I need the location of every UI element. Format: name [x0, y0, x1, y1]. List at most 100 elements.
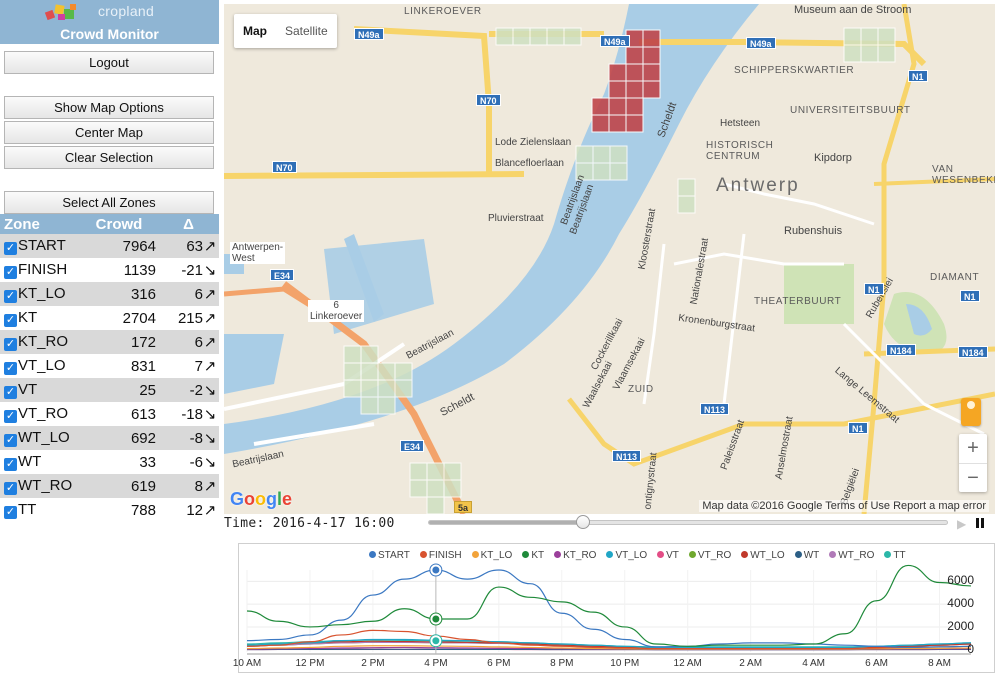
zoom-in-button[interactable]: + [959, 434, 987, 463]
zone-checkbox[interactable]: ✓ [4, 338, 17, 351]
zone-row[interactable]: ✓ KT_LO 316 6↗ [0, 282, 219, 306]
zone-crowd: 316 [80, 282, 158, 306]
zone-name-cell: ✓ KT_LO [0, 282, 80, 306]
show-map-options-button[interactable]: Show Map Options [4, 96, 214, 119]
logo-text: cropland [98, 3, 155, 19]
zone-checkbox[interactable]: ✓ [4, 362, 17, 375]
zone-name: KT_RO [18, 333, 69, 350]
zone-row[interactable]: ✓ KT_RO 172 6↗ [0, 330, 219, 354]
zone-checkbox[interactable]: ✓ [4, 290, 17, 303]
trend-arrow-icon: ↗ [203, 334, 217, 351]
zone-checkbox[interactable]: ✓ [4, 458, 17, 471]
zone-checkbox[interactable]: ✓ [4, 386, 17, 399]
zone-delta: 12 [186, 502, 203, 519]
map-view[interactable]: Map Satellite LINKEROEVER Museum aan de … [224, 4, 995, 514]
map-label-historisch-centrum: HISTORISCH CENTRUM [706, 140, 774, 162]
time-bar: Time: 2016-4-17 16:00 ▶ [224, 514, 995, 534]
zone-delta-cell: 8↗ [158, 474, 219, 498]
center-map-button[interactable]: Center Map [4, 121, 214, 144]
zone-name-cell: ✓ WT_RO [0, 474, 80, 498]
map-label-antwerpen-west: Antwerpen- West [230, 242, 286, 264]
map-label-universiteitsbuurt: UNIVERSITEITSBUURT [790, 105, 911, 116]
zone-name-cell: ✓ WT_LO [0, 426, 80, 450]
zone-checkbox[interactable]: ✓ [4, 506, 17, 519]
road-shield-n113: N113 [700, 403, 730, 415]
zoom-out-button[interactable]: − [959, 464, 987, 493]
x-tick-label: 4 AM [802, 658, 825, 669]
zone-checkbox[interactable]: ✓ [4, 314, 17, 327]
zone-crowd: 7964 [80, 234, 158, 258]
zone-table: Zone Crowd Δ ✓ START 7964 63↗ ✓ FINISH 1139 -21… [0, 214, 219, 522]
zone-checkbox[interactable]: ✓ [4, 434, 17, 447]
street-view-pegman-icon[interactable] [961, 398, 981, 426]
zone-row[interactable]: ✓ WT 33 -6↘ [0, 450, 219, 474]
zone-crowd: 2704 [80, 306, 158, 330]
chart-plot[interactable] [239, 544, 996, 674]
zone-name-cell: ✓ KT [0, 306, 80, 330]
zone-row[interactable]: ✓ TT 788 12↗ [0, 498, 219, 522]
x-tick-label: 10 AM [232, 658, 262, 669]
app-title: Crowd Monitor [60, 26, 159, 42]
zone-name-cell: ✓ WT [0, 450, 80, 474]
zone-row[interactable]: ✓ VT_LO 831 7↗ [0, 354, 219, 378]
zone-delta: 8 [194, 478, 203, 495]
header-crowd[interactable]: Crowd [80, 214, 158, 234]
zone-name-cell: ✓ VT [0, 378, 80, 402]
map-attribution[interactable]: Map data ©2016 Google Terms of Use Repor… [699, 500, 989, 512]
map-label-linkeroever-exit: 6 Linkeroever [308, 300, 365, 322]
zone-delta: 6 [194, 286, 203, 303]
play-icon[interactable]: ▶ [957, 517, 966, 531]
time-slider[interactable] [428, 515, 948, 529]
time-slider-thumb[interactable] [575, 515, 590, 529]
crowd-chart[interactable]: START FINISH KT_LO KT KT_RO VT_LO VT VT_RO WT_LO… [233, 543, 996, 674]
road-shield-n1: N1 [848, 422, 868, 434]
zone-delta: 6 [194, 334, 203, 351]
map-type-satellite-button[interactable]: Satellite [276, 14, 337, 48]
zone-delta-cell: 7↗ [158, 354, 219, 378]
road-shield-n1: N1 [960, 290, 980, 302]
zone-checkbox[interactable]: ✓ [4, 242, 17, 255]
road-shield-n184: N184 [958, 346, 988, 358]
select-all-zones-button[interactable]: Select All Zones [4, 191, 214, 214]
app-window: cropland Crowd Monitor Logout Show Map O… [0, 0, 999, 676]
zone-name-cell: ✓ KT_RO [0, 330, 80, 354]
zone-delta-cell: 6↗ [158, 330, 219, 354]
zone-row[interactable]: ✓ FINISH 1139 -21↘ [0, 258, 219, 282]
map-type-map-button[interactable]: Map [234, 14, 276, 48]
zone-checkbox[interactable]: ✓ [4, 410, 17, 423]
zone-checkbox[interactable]: ✓ [4, 266, 17, 279]
zone-row[interactable]: ✓ VT 25 -2↘ [0, 378, 219, 402]
clear-selection-button[interactable]: Clear Selection [4, 146, 214, 169]
zone-row[interactable]: ✓ VT_RO 613 -18↘ [0, 402, 219, 426]
zone-crowd: 831 [80, 354, 158, 378]
x-tick-label: 10 PM [610, 658, 640, 669]
logout-button[interactable]: Logout [4, 51, 214, 74]
header-delta[interactable]: Δ [158, 214, 219, 234]
header-zone[interactable]: Zone [0, 214, 80, 234]
pause-icon[interactable] [974, 517, 986, 529]
cursor-marker-start [430, 564, 442, 576]
trend-arrow-icon: ↗ [203, 286, 217, 303]
map-type-control: Map Satellite [234, 14, 337, 48]
map-label-rubenshuis: Rubenshuis [784, 225, 843, 237]
zone-row[interactable]: ✓ START 7964 63↗ [0, 234, 219, 258]
y-tick-label: 4000 [947, 596, 974, 611]
zone-crowd: 788 [80, 498, 158, 522]
road-shield-e34: E34 [400, 440, 425, 452]
zone-name-cell: ✓ TT [0, 498, 80, 522]
zone-delta: -8 [189, 430, 203, 447]
zone-checkbox[interactable]: ✓ [4, 482, 17, 495]
trend-arrow-icon: ↗ [203, 358, 217, 375]
map-canvas[interactable] [224, 4, 995, 514]
zone-row[interactable]: ✓ WT_LO 692 -8↘ [0, 426, 219, 450]
trend-arrow-icon: ↘ [203, 262, 217, 279]
x-tick-label: 4 PM [424, 658, 448, 669]
road-shield-n184: N184 [886, 344, 916, 356]
y-tick-label: 0 [967, 641, 974, 656]
trend-arrow-icon: ↘ [203, 430, 217, 447]
trend-arrow-icon: ↗ [203, 502, 217, 519]
zone-row[interactable]: ✓ KT 2704 215↗ [0, 306, 219, 330]
zone-row[interactable]: ✓ WT_RO 619 8↗ [0, 474, 219, 498]
zone-delta: 215 [177, 310, 203, 327]
zone-name: KT [18, 309, 38, 326]
